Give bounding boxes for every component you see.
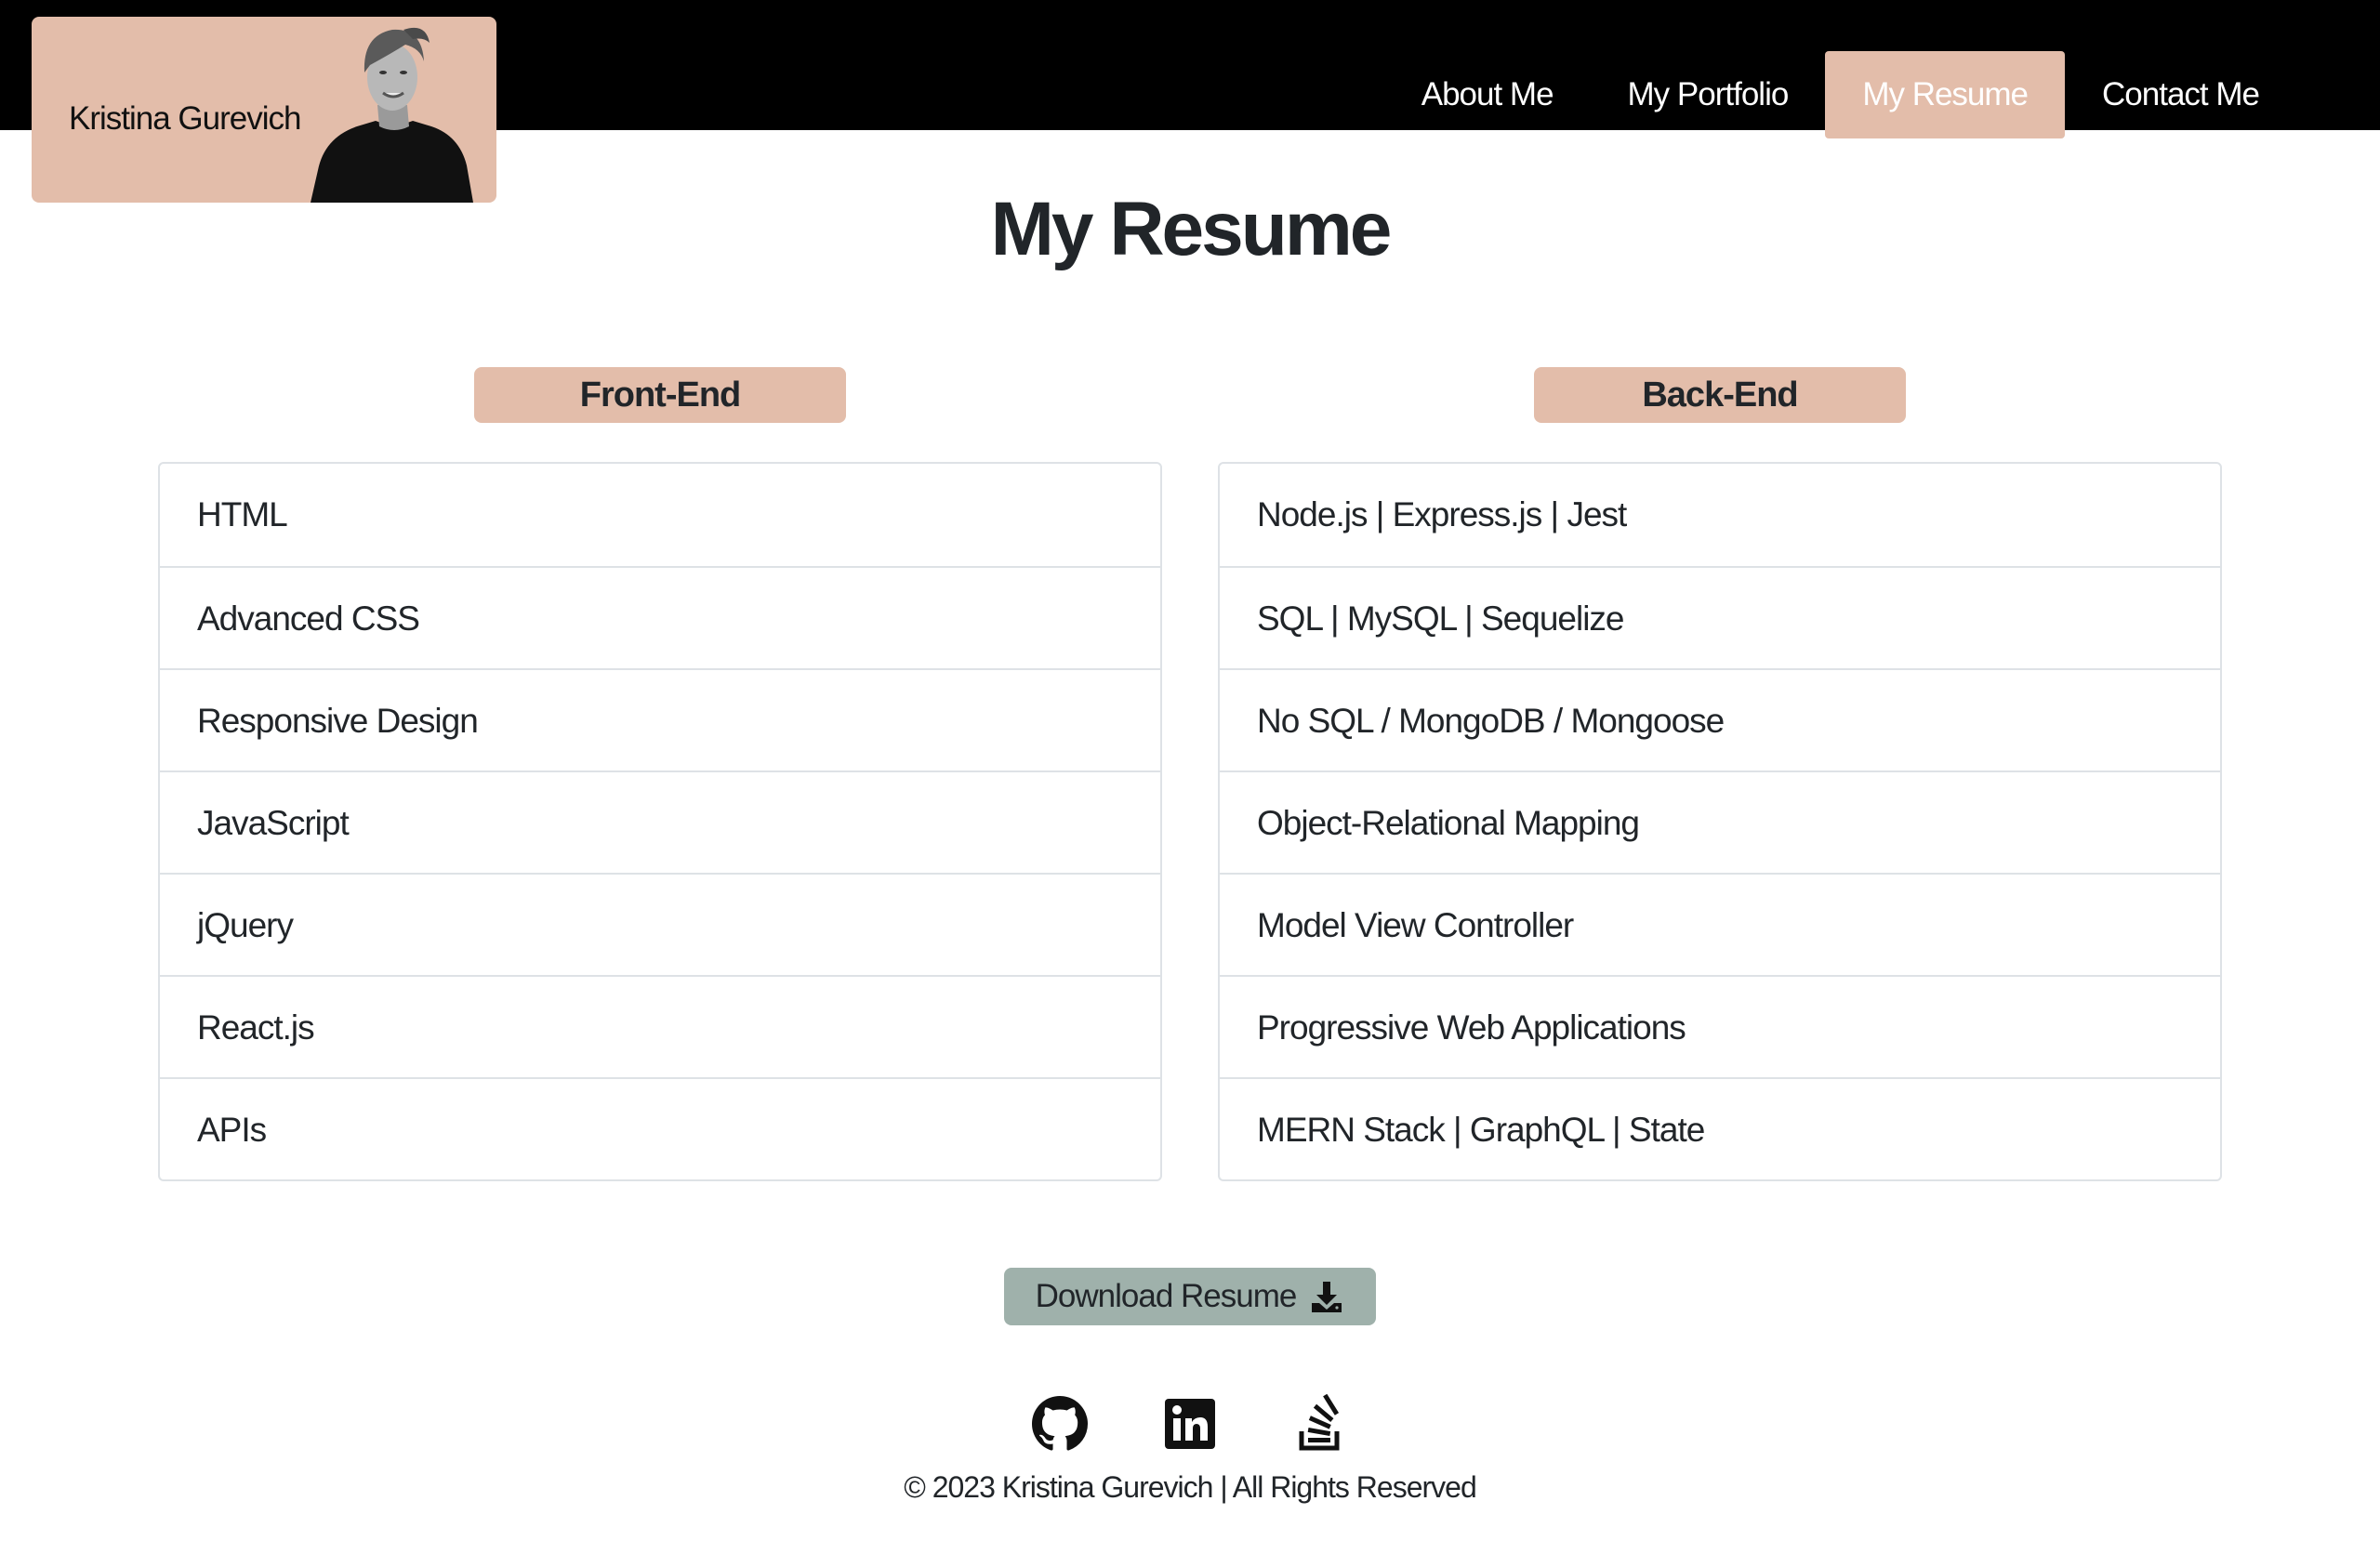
- footer-copyright: © 2023 Kristina Gurevich | All Rights Re…: [904, 1470, 1477, 1504]
- nav-my-resume[interactable]: My Resume: [1825, 51, 2066, 138]
- backend-header: Back-End: [1534, 367, 1906, 423]
- download-icon: [1312, 1282, 1342, 1312]
- brand-card[interactable]: Kristina Gurevich: [32, 17, 496, 203]
- frontend-skill-list: HTML Advanced CSS Responsive Design Java…: [158, 462, 1162, 1181]
- page-title: My Resume: [990, 187, 1393, 271]
- list-item: Node.js | Express.js | Jest: [1257, 495, 1627, 533]
- list-item: Object-Relational Mapping: [1220, 770, 2220, 873]
- backend-skill-list: Node.js | Express.js | Jest SQL | MySQL …: [1218, 462, 2222, 1181]
- list-item: Progressive Web Applications: [1220, 975, 2220, 1077]
- profile-photo: [311, 27, 473, 203]
- linkedin-icon: [1165, 1399, 1215, 1449]
- backend-section: Back-End Node.js | Express.js | Jest SQL…: [1218, 367, 2222, 1181]
- list-item: HTML: [197, 495, 288, 533]
- stackoverflow-icon: [1299, 1393, 1340, 1451]
- frontend-header: Front-End: [474, 367, 846, 423]
- main-nav: About Me My Portfolio My Resume Contact …: [1384, 51, 2296, 138]
- linkedin-link[interactable]: [1162, 1394, 1218, 1454]
- github-icon: [1032, 1396, 1088, 1451]
- list-item: Responsive Design: [160, 668, 1160, 770]
- list-item: React.js: [160, 975, 1160, 1077]
- brand-name[interactable]: Kristina Gurevich: [69, 100, 301, 138]
- list-item: MERN Stack | GraphQL | State: [1220, 1077, 2220, 1179]
- frontend-section: Front-End HTML Advanced CSS Responsive D…: [158, 367, 1162, 1181]
- github-link[interactable]: [1032, 1394, 1088, 1454]
- list-item: APIs: [160, 1077, 1160, 1179]
- nav-contact-me[interactable]: Contact Me: [2065, 51, 2296, 138]
- list-item: Model View Controller: [1220, 873, 2220, 975]
- nav-my-portfolio[interactable]: My Portfolio: [1591, 51, 1826, 138]
- list-item: SQL | MySQL | Sequelize: [1220, 566, 2220, 668]
- list-item: Advanced CSS: [160, 566, 1160, 668]
- list-item: No SQL / MongoDB / Mongoose: [1220, 668, 2220, 770]
- stackoverflow-link[interactable]: [1292, 1393, 1348, 1454]
- list-item: jQuery: [160, 873, 1160, 975]
- download-resume-label: Download Resume: [1035, 1278, 1298, 1314]
- download-resume-button[interactable]: Download Resume: [1004, 1268, 1376, 1325]
- nav-about-me[interactable]: About Me: [1384, 51, 1591, 138]
- social-links: [0, 1393, 2380, 1454]
- list-item: JavaScript: [160, 770, 1160, 873]
